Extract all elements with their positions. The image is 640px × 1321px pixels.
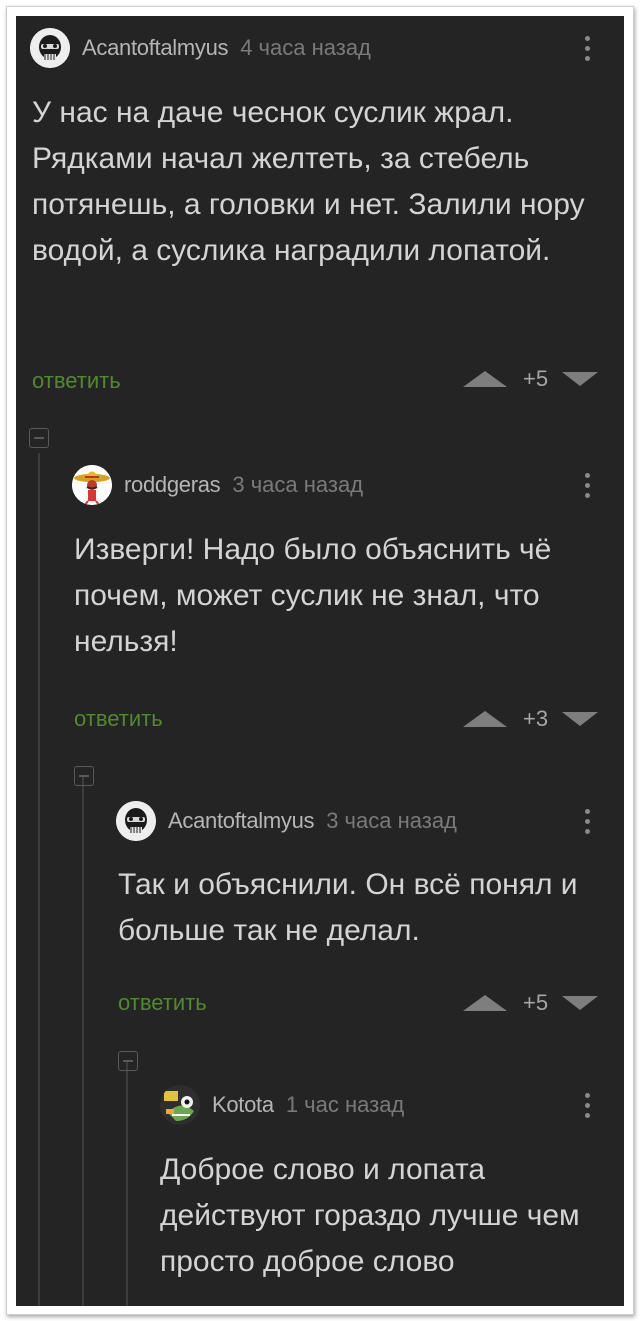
skull-avatar-icon [30,28,70,68]
more-vertical-icon[interactable] [582,801,592,841]
cartoon-avatar-icon [160,1085,200,1125]
comment-text: Изверги! Надо было объяснить чё почем, м… [74,533,552,658]
vote-controls: +5 [463,364,599,394]
arrow-up-triangle-icon[interactable] [463,371,507,387]
vote-controls: +5 [463,988,599,1018]
comment-time: 4 часа назад [240,35,371,60]
comment-author[interactable]: Kotota [212,1092,274,1118]
reply-button[interactable]: ответить [32,368,121,394]
collapse-minus-icon[interactable] [29,428,49,448]
collapse-minus-icon[interactable] [118,1051,138,1071]
user-avatar[interactable] [30,28,70,68]
user-avatar[interactable] [72,465,112,505]
thread-line-level-3[interactable] [126,1062,128,1306]
comment-time: 1 час назад [285,1092,405,1117]
collapse-minus-icon[interactable] [74,766,94,786]
vote-controls: +3 [463,704,599,734]
comment-time: 3 часа назад [326,808,457,833]
arrow-up-triangle-icon[interactable] [463,995,507,1011]
comment-author[interactable]: roddgeras [124,472,221,498]
arrow-down-triangle-icon[interactable] [562,996,599,1010]
user-avatar[interactable] [116,801,156,841]
comment-text: У нас на даче чеснок суслик жрал. Рядкам… [32,96,585,267]
thread-line-level-1[interactable] [38,453,40,1306]
thread-line-level-2[interactable] [82,776,84,1306]
more-vertical-icon[interactable] [582,1085,592,1125]
comment-text: Доброе слово и лопата действуют гораздо … [160,1153,580,1278]
comment-text: Так и объяснили. Он всё понял и больше т… [118,868,578,947]
reply-button[interactable]: ответить [118,990,207,1016]
comment-author[interactable]: Acantoftalmyus [168,808,315,834]
arrow-up-triangle-icon[interactable] [463,711,507,727]
comments-screen: Acantoftalmyus 4 часа назад У нас на дач… [16,16,624,1306]
comment-author[interactable]: Acantoftalmyus [82,35,229,61]
reply-button[interactable]: ответить [74,706,163,732]
more-vertical-icon[interactable] [582,465,592,505]
vote-score: +5 [523,366,549,391]
vote-score: +3 [523,706,549,731]
skull-avatar-icon [116,801,156,841]
user-avatar[interactable] [160,1085,200,1125]
sombrero-avatar-icon [72,465,112,505]
more-vertical-icon[interactable] [582,28,592,68]
arrow-down-triangle-icon[interactable] [562,712,599,726]
comment-time: 3 часа назад [232,472,364,497]
vote-score: +5 [523,990,549,1015]
arrow-down-triangle-icon[interactable] [562,372,599,386]
